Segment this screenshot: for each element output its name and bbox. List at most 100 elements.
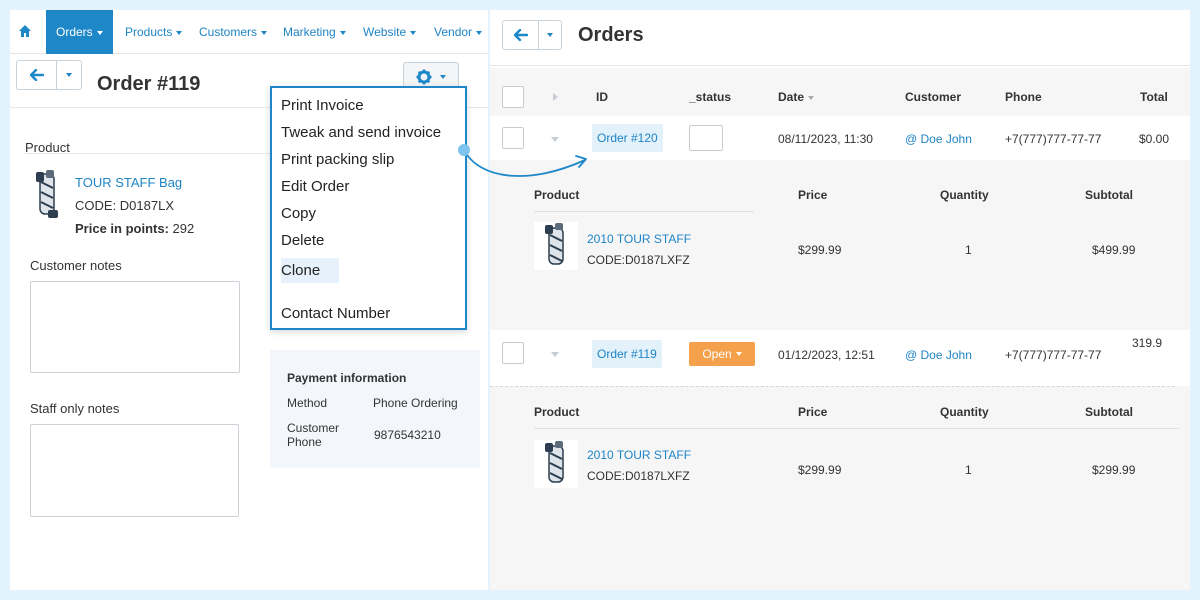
arrow-left-icon: [513, 29, 528, 41]
menu-item-copy[interactable]: Copy: [281, 205, 316, 222]
menu-item-contact-number[interactable]: Contact Number: [281, 305, 390, 322]
back-dropdown-button[interactable]: [539, 21, 561, 49]
customer-phone-value: 9876543210: [374, 428, 441, 442]
customer-link[interactable]: @ Doe John: [905, 132, 972, 146]
column-header-status[interactable]: _status: [689, 90, 731, 104]
connector-arrow: [463, 149, 587, 177]
menu-item-clone[interactable]: Clone: [281, 258, 339, 283]
nav-vendor[interactable]: Vendor: [434, 10, 483, 54]
customer-notes-label: Customer notes: [30, 258, 122, 273]
customer-notes-field[interactable]: [30, 281, 240, 373]
order-date: 01/12/2023, 12:51: [778, 348, 875, 362]
back-button[interactable]: [503, 21, 539, 49]
caret-down-icon: [96, 30, 103, 35]
arrow-left-icon: [29, 69, 44, 81]
connector-dot: [458, 144, 470, 156]
nav-website[interactable]: Website: [363, 10, 417, 54]
detail-quantity: 1: [965, 243, 972, 257]
nav-label: Website: [363, 25, 407, 39]
nav-marketing[interactable]: Marketing: [283, 10, 346, 54]
chevron-down-icon: [66, 73, 72, 77]
detail-subtotal: $499.99: [1092, 243, 1136, 257]
select-all-checkbox[interactable]: [502, 86, 524, 108]
product-link[interactable]: TOUR STAFF Bag: [75, 175, 182, 190]
method-label: Method: [287, 396, 328, 410]
page-title: Order #119: [97, 73, 201, 95]
back-dropdown-button[interactable]: [57, 61, 81, 89]
nav-products[interactable]: Products: [125, 10, 183, 54]
menu-item-print-invoice[interactable]: Print Invoice: [281, 97, 364, 114]
customer-phone-label-2: Phone: [287, 435, 322, 449]
status-dropdown-button[interactable]: Open: [689, 342, 755, 366]
detail-price: $299.99: [798, 243, 842, 257]
collapse-row-icon[interactable]: [551, 352, 559, 357]
caret-down-icon: [735, 352, 742, 356]
detail-product-code: CODE:D0187LXFZ: [587, 253, 690, 267]
nav-orders[interactable]: Orders: [46, 10, 113, 54]
column-header-customer[interactable]: Customer: [905, 90, 961, 104]
back-button-group: [16, 60, 82, 90]
customer-link[interactable]: @ Doe John: [905, 348, 972, 362]
sort-arrow-icon: [808, 95, 815, 100]
status-select[interactable]: [689, 125, 723, 151]
nav-label: Customers: [199, 25, 258, 39]
detail-product-link[interactable]: 2010 TOUR STAFF: [587, 448, 691, 462]
detail-price: $299.99: [798, 463, 842, 477]
nav-label: Vendor: [434, 25, 473, 39]
detail-header-product: Product: [534, 405, 580, 419]
caret-down-icon: [261, 30, 268, 35]
back-button-group: [502, 20, 562, 50]
detail-header-price: Price: [798, 188, 828, 202]
order-total: 319.9: [1132, 336, 1163, 350]
menu-item-tweak-invoice[interactable]: Tweak and send invoice: [281, 124, 441, 141]
product-points: Price in points: 292: [75, 221, 194, 236]
column-header-total[interactable]: Total: [1140, 90, 1168, 104]
detail-header-quantity: Quantity: [940, 188, 989, 202]
expand-all-icon[interactable]: [553, 93, 558, 101]
customer-phone-label: Customer: [287, 421, 340, 435]
caret-down-icon: [176, 30, 183, 35]
column-header-date-label: Date: [778, 90, 805, 104]
status-label: Open: [702, 347, 732, 361]
orders-list-panel: Orders ID _status Date Customer Phone To…: [490, 10, 1190, 590]
divider: [534, 211, 754, 212]
back-button[interactable]: [17, 61, 57, 89]
payment-title: Payment information: [287, 371, 407, 385]
menu-item-print-packing-slip[interactable]: Print packing slip: [281, 151, 394, 168]
nav-customers[interactable]: Customers: [199, 10, 268, 54]
column-header-date[interactable]: Date: [778, 90, 815, 104]
nav-label: Products: [125, 25, 173, 39]
golf-bag-icon: [36, 170, 58, 218]
order-phone: +7(777)777-77-77: [1005, 132, 1102, 146]
nav-label: Orders: [56, 25, 93, 39]
order-actions-menu: Print Invoice Tweak and send invoice Pri…: [270, 86, 467, 330]
caret-down-icon: [410, 30, 417, 35]
column-header-phone[interactable]: Phone: [1005, 90, 1042, 104]
detail-header-subtotal: Subtotal: [1085, 405, 1133, 419]
caret-down-icon: [339, 30, 346, 35]
order-id-link[interactable]: Order #120: [592, 124, 663, 152]
table-header-row: [490, 68, 1190, 116]
order-total: $0.00: [1139, 132, 1170, 146]
order-details: Product Price Quantity Subtotal 2010 TOU…: [495, 387, 1179, 545]
row-checkbox[interactable]: [502, 342, 524, 364]
menu-item-delete[interactable]: Delete: [281, 232, 324, 249]
detail-header-subtotal: Subtotal: [1085, 188, 1133, 202]
menu-item-edit-order[interactable]: Edit Order: [281, 178, 349, 195]
order-date: 08/11/2023, 11:30: [778, 132, 873, 146]
detail-product-code: CODE:D0187LXFZ: [587, 469, 690, 483]
product-code: CODE: D0187LX: [75, 198, 174, 213]
detail-subtotal: $299.99: [1092, 463, 1136, 477]
golf-bag-icon: [534, 222, 578, 270]
staff-notes-field[interactable]: [30, 424, 239, 517]
points-label: Price in points:: [75, 221, 169, 236]
order-id-link[interactable]: Order #119: [592, 340, 662, 368]
chevron-down-icon: [440, 75, 446, 79]
detail-product-link[interactable]: 2010 TOUR STAFF: [587, 232, 691, 246]
gear-icon: [416, 69, 432, 85]
column-header-id[interactable]: ID: [596, 90, 608, 104]
home-icon[interactable]: [18, 24, 32, 38]
chevron-down-icon: [547, 33, 553, 37]
caret-down-icon: [476, 30, 483, 35]
divider: [534, 428, 1179, 429]
